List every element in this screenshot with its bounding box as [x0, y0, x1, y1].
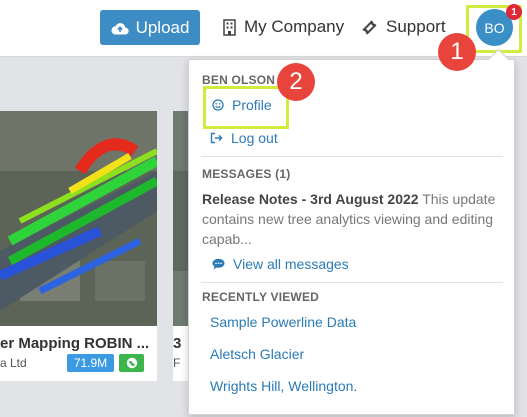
notification-count: 1 [511, 6, 517, 18]
ticket-icon [362, 19, 377, 35]
step-marker: 2 [277, 63, 315, 101]
size-badge: 71.9M [67, 354, 114, 372]
dataset-owner: a Ltd [0, 356, 27, 370]
dataset-owner: F [173, 356, 181, 370]
upload-label: Upload [135, 17, 190, 37]
step-number: 2 [289, 68, 303, 95]
step-marker: 1 [438, 33, 476, 71]
recent-item-aletsch-glacier[interactable]: Aletsch Glacier [210, 346, 304, 362]
avatar-initials: BO [484, 19, 505, 36]
profile-label: Profile [232, 97, 272, 113]
pointcloud-thumbnail [0, 111, 157, 326]
sign-out-icon [210, 132, 223, 144]
step-number: 1 [450, 38, 464, 65]
size-value: 71.9M [73, 356, 108, 370]
recent-item-wrights-hill[interactable]: Wrights Hill, Wellington. [210, 378, 357, 394]
recent-item-label: Wrights Hill, Wellington. [210, 378, 358, 394]
user-name: BEN OLSON [202, 73, 276, 87]
logout-label: Log out [231, 130, 278, 146]
upload-button[interactable]: Upload [100, 10, 200, 45]
smile-icon [212, 99, 224, 111]
support-link[interactable]: Support [361, 17, 446, 37]
recently-viewed-header: RECENTLY VIEWED [202, 290, 320, 304]
cloud-upload-icon [111, 22, 129, 35]
recent-item-label: Sample Powerline Data [210, 314, 357, 330]
globe-icon [126, 357, 137, 369]
messages-header: MESSAGES (1) [202, 167, 291, 181]
dataset-title: er Mapping ROBIN ... [0, 335, 150, 352]
my-company-label: My Company [244, 17, 345, 36]
recent-item-label: Aletsch Glacier [210, 346, 305, 362]
public-badge [119, 354, 144, 372]
logout-link[interactable]: Log out [210, 130, 278, 146]
profile-link[interactable]: Profile [212, 97, 272, 113]
comment-icon [212, 258, 225, 270]
view-all-messages-link[interactable]: View all messages [212, 256, 349, 272]
dataset-card[interactable]: er Mapping ROBIN ... a Ltd 71.9M [0, 111, 157, 381]
support-label: Support [386, 17, 446, 36]
user-dropdown-menu: BEN OLSON Profile Log out MESSAGES (1) R… [188, 59, 515, 415]
message-item[interactable]: Release Notes - 3rd August 2022 This upd… [202, 189, 504, 249]
notification-badge: 1 [506, 4, 522, 20]
view-all-label: View all messages [233, 256, 349, 272]
building-icon [223, 18, 236, 36]
menu-divider [201, 156, 503, 157]
recent-item-sample-powerline[interactable]: Sample Powerline Data [210, 314, 356, 330]
menu-divider [201, 282, 503, 283]
my-company-link[interactable]: My Company [223, 17, 344, 37]
message-title: Release Notes - 3rd August 2022 [202, 191, 419, 207]
dataset-title: 3 [173, 335, 182, 352]
